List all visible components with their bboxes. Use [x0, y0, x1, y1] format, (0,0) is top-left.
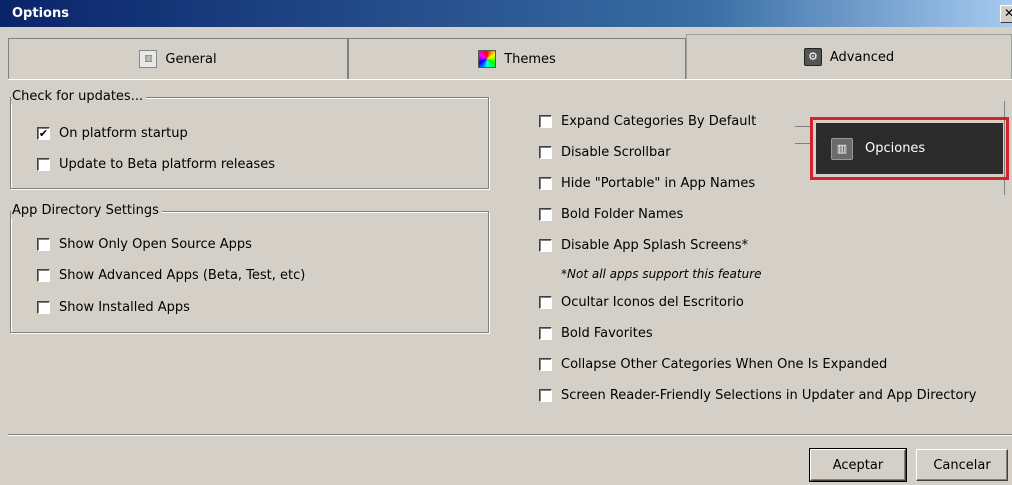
tab-advanced[interactable]: ⚙ Advanced [686, 34, 1012, 79]
splash-note: *Not all apps support this feature [561, 267, 762, 281]
checkbox-label: Show Installed Apps [59, 300, 190, 315]
checkbox[interactable] [539, 146, 552, 159]
checkbox[interactable] [539, 296, 552, 309]
checkbox-bold-favorites[interactable]: Bold Favorites [539, 326, 653, 341]
connector-line [795, 126, 811, 127]
updates-group: Check for updates... On platform startup… [10, 89, 489, 189]
checkbox-advanced-apps[interactable]: Show Advanced Apps (Beta, Test, etc) [37, 268, 305, 283]
checkbox-on-platform-startup[interactable]: On platform startup [37, 126, 188, 141]
close-icon[interactable]: ✕ [1000, 5, 1012, 23]
checkbox-hide-portable[interactable]: Hide "Portable" in App Names [539, 176, 755, 191]
checkbox-label: Collapse Other Categories When One Is Ex… [561, 357, 888, 372]
checkbox[interactable] [539, 327, 552, 340]
checkbox[interactable] [37, 238, 50, 251]
checkbox-update-beta[interactable]: Update to Beta platform releases [37, 157, 275, 172]
advanced-settings-icon: ⚙ [803, 48, 822, 66]
checkbox[interactable] [539, 358, 552, 371]
updates-group-title: Check for updates... [11, 89, 147, 104]
checkbox-label: Screen Reader-Friendly Selections in Upd… [561, 388, 977, 403]
window-title: Options [12, 6, 69, 21]
opciones-tooltip[interactable]: ▥ Opciones [816, 123, 1003, 174]
app-directory-group: App Directory Settings Show Only Open So… [10, 203, 489, 333]
checkbox-label: Update to Beta platform releases [59, 157, 276, 172]
tab-divider [8, 79, 1012, 80]
footer-divider [8, 434, 1012, 436]
opciones-label: Opciones [865, 141, 926, 156]
checkbox-label: On platform startup [59, 126, 188, 141]
checkbox[interactable] [539, 115, 552, 128]
checkbox-label: Bold Folder Names [561, 207, 684, 222]
checkbox-label: Disable Scrollbar [561, 145, 671, 160]
checkbox[interactable] [539, 208, 552, 221]
palette-icon [478, 50, 497, 68]
checkbox[interactable] [37, 269, 50, 282]
checkbox-installed-apps[interactable]: Show Installed Apps [37, 300, 190, 315]
tab-advanced-label: Advanced [829, 49, 895, 65]
sliders-icon: ▥ [139, 50, 158, 68]
checkbox-label: Bold Favorites [561, 326, 653, 341]
title-bar: Options ✕ [0, 0, 1012, 27]
opciones-highlight: ▥ Opciones [810, 117, 1009, 180]
tab-themes-label: Themes [504, 51, 556, 67]
app-directory-group-title: App Directory Settings [11, 203, 162, 218]
checkbox[interactable] [539, 177, 552, 190]
checkbox-disable-splash[interactable]: Disable App Splash Screens* [539, 238, 748, 253]
checkbox-disable-scrollbar[interactable]: Disable Scrollbar [539, 145, 671, 160]
checkbox[interactable] [539, 389, 552, 402]
checkbox-open-source-apps[interactable]: Show Only Open Source Apps [37, 237, 252, 252]
checkbox-label: Show Only Open Source Apps [59, 237, 252, 252]
checkbox[interactable] [37, 301, 50, 314]
sliders-icon: ▥ [831, 137, 853, 160]
checkbox[interactable] [37, 158, 50, 171]
checkbox-bold-folder-names[interactable]: Bold Folder Names [539, 207, 683, 222]
checkbox-ocultar-iconos[interactable]: Ocultar Iconos del Escritorio [539, 295, 744, 310]
tab-themes[interactable]: Themes [348, 38, 686, 79]
cancel-button[interactable]: Cancelar [916, 449, 1008, 481]
accept-button-label: Aceptar [832, 457, 884, 473]
accept-button[interactable]: Aceptar [809, 448, 907, 482]
tab-general-label: General [165, 51, 217, 67]
checkbox-label: Ocultar Iconos del Escritorio [561, 295, 744, 310]
checkbox-label: Hide "Portable" in App Names [561, 176, 756, 191]
tab-general[interactable]: ▥ General [8, 38, 348, 79]
checkbox-label: Expand Categories By Default [561, 114, 757, 129]
connector-line [795, 143, 811, 144]
checkbox-label: Disable App Splash Screens* [561, 238, 749, 253]
checkbox-checked[interactable] [37, 127, 50, 140]
cancel-button-label: Cancelar [933, 457, 991, 473]
checkbox-screen-reader[interactable]: Screen Reader-Friendly Selections in Upd… [539, 388, 977, 403]
checkbox-collapse-categories[interactable]: Collapse Other Categories When One Is Ex… [539, 357, 887, 372]
checkbox-label: Show Advanced Apps (Beta, Test, etc) [59, 268, 306, 283]
checkbox[interactable] [539, 239, 552, 252]
checkbox-expand-categories[interactable]: Expand Categories By Default [539, 114, 756, 129]
